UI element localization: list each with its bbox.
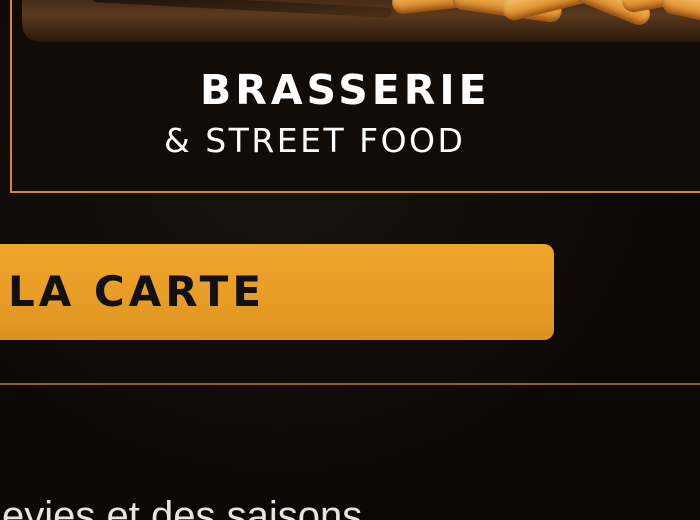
menu-button-label: LA CARTE (8, 267, 266, 316)
section-divider (0, 383, 700, 385)
page: BRASSERIE & STREET FOOD LA CARTE eyies e… (0, 0, 700, 520)
hero-title: BRASSERIE (200, 66, 491, 114)
intro-text: eyies et des saisons (2, 494, 363, 520)
menu-button[interactable]: LA CARTE (0, 244, 554, 340)
hero-subtitle: & STREET FOOD (164, 121, 466, 160)
fries-photo (12, 0, 700, 47)
hero-card: BRASSERIE & STREET FOOD (10, 0, 700, 193)
